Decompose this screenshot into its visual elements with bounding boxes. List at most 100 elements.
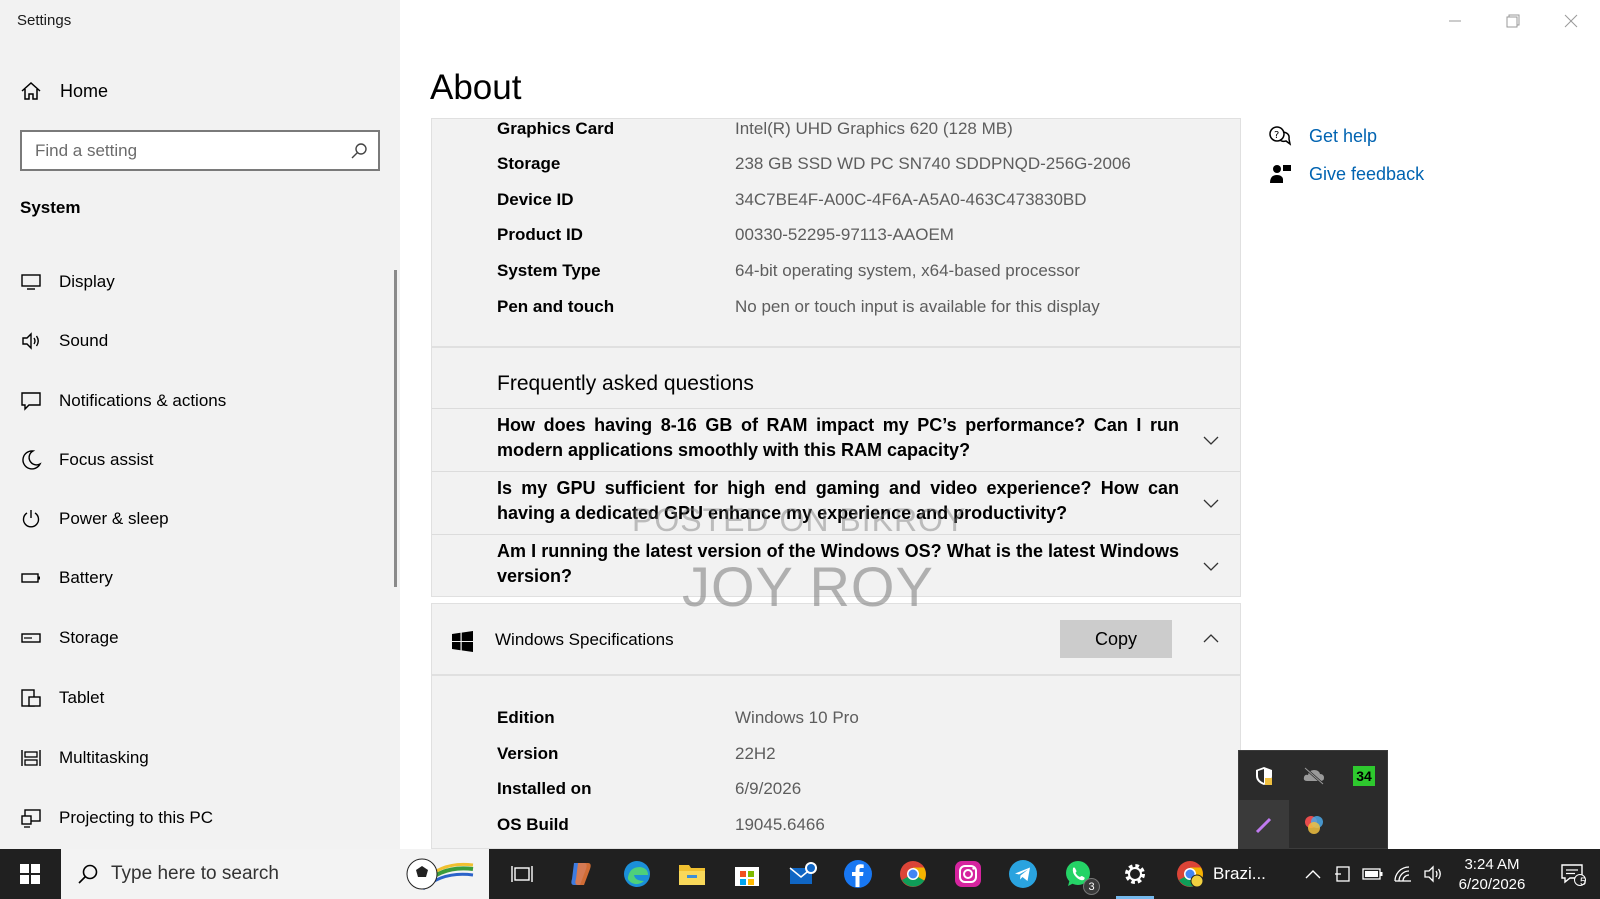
color-app-icon[interactable] — [1289, 800, 1339, 850]
give-feedback-label: Give feedback — [1309, 163, 1425, 184]
sidebar-item-battery[interactable]: Battery — [20, 563, 113, 593]
chevron-up-icon — [1305, 870, 1321, 879]
folder-icon — [679, 865, 705, 885]
restore-button[interactable] — [1484, 0, 1542, 42]
chevron-down-icon[interactable] — [1202, 557, 1220, 575]
pen-tool-icon[interactable] — [1239, 800, 1289, 850]
taskbar-app-microsoft-store[interactable] — [720, 849, 774, 899]
sidebar-item-power-sleep[interactable]: Power & sleep — [20, 504, 169, 534]
sidebar-item-display[interactable]: Display — [20, 267, 115, 297]
spec-row: Graphics Card Intel(R) UHD Graphics 620 … — [497, 117, 1013, 141]
spec-key: Graphics Card — [497, 119, 615, 138]
spec-key: Storage — [497, 154, 561, 173]
spec-row: Storage 238 GB SSD WD PC SN740 SDDPNQD-2… — [497, 152, 1131, 176]
multitasking-icon — [20, 747, 42, 769]
taskbar-app-file-explorer[interactable] — [665, 849, 719, 899]
sidebar-item-label: Power & sleep — [59, 509, 169, 528]
show-hidden-icons-button[interactable] — [1298, 849, 1328, 899]
spec-key: System Type — [497, 261, 601, 280]
moon-icon — [20, 449, 42, 471]
home-icon — [21, 81, 41, 100]
taskbar-app-chrome[interactable] — [886, 849, 940, 899]
chevron-up-icon[interactable] — [1202, 630, 1220, 648]
spec-value: 64-bit operating system, x64-based proce… — [735, 261, 1080, 280]
counter-badge-icon[interactable]: 34 — [1339, 751, 1389, 801]
sidebar-item-notifications[interactable]: Notifications & actions — [20, 386, 226, 416]
spec-value: No pen or touch input is available for t… — [735, 297, 1100, 316]
start-button[interactable] — [0, 849, 60, 899]
spec-value: Intel(R) UHD Graphics 620 (128 MB) — [735, 119, 1013, 138]
volume-icon[interactable] — [1418, 849, 1448, 899]
spec-key: Pen and touch — [497, 297, 615, 316]
sidebar-item-sound[interactable]: Sound — [20, 326, 108, 356]
chevron-down-icon[interactable] — [1202, 494, 1220, 512]
spec-value: 34C7BE4F-A00C-4F6A-A5A0-463C473830BD — [735, 190, 1087, 209]
cloud-offline-icon[interactable] — [1289, 751, 1339, 801]
storage-icon — [20, 627, 42, 649]
sidebar-scrollbar[interactable] — [394, 270, 397, 587]
app-title: Settings — [17, 12, 72, 29]
taskbar-app-mail[interactable] — [776, 849, 830, 899]
tablet-mode-icon[interactable] — [1328, 849, 1358, 899]
find-setting-search[interactable] — [20, 130, 380, 171]
taskbar-window-title: Brazi... — [1213, 864, 1266, 883]
sidebar-item-label: Multitasking — [59, 748, 149, 767]
sidebar-item-tablet[interactable]: Tablet — [20, 683, 104, 713]
sidebar-item-focus-assist[interactable]: Focus assist — [20, 445, 153, 475]
window-controls — [1426, 0, 1600, 42]
sidebar-item-storage[interactable]: Storage — [20, 623, 119, 653]
minimize-icon — [1449, 20, 1461, 22]
get-help-label: Get help — [1309, 125, 1378, 146]
restore-icon — [1506, 14, 1520, 28]
find-setting-input[interactable] — [22, 140, 350, 161]
taskbar-app-copilot[interactable] — [554, 849, 608, 899]
copy-button[interactable]: Copy — [1060, 620, 1172, 658]
wifi-icon[interactable] — [1388, 849, 1418, 899]
action-center-button[interactable]: 5 — [1546, 849, 1600, 899]
search-icon[interactable] — [350, 142, 368, 160]
sidebar-item-label: Sound — [59, 331, 109, 350]
taskbar-app-whatsapp[interactable]: 3 — [1051, 849, 1105, 899]
chevron-down-icon[interactable] — [1202, 431, 1220, 449]
microsoft-store-icon — [735, 867, 759, 886]
battery-icon[interactable] — [1358, 849, 1388, 899]
sidebar-item-label: Display — [59, 272, 115, 291]
sidebar-item-label: Notifications & actions — [59, 391, 227, 410]
spec-row: Device ID 34C7BE4F-A00C-4F6A-A5A0-463C47… — [497, 188, 1087, 212]
minimize-button[interactable] — [1426, 0, 1484, 42]
windows-specifications-title: Windows Specifications — [495, 630, 674, 649]
sidebar-item-multitasking[interactable]: Multitasking — [20, 743, 149, 773]
get-help-link[interactable]: ? Get help — [1268, 122, 1377, 150]
sidebar-item-projecting[interactable]: Projecting to this PC — [20, 803, 213, 833]
taskbar-app-settings[interactable] — [1108, 849, 1162, 899]
watermark-line-2: JOY ROY — [682, 555, 934, 618]
give-feedback-link[interactable]: Give feedback — [1268, 160, 1424, 188]
projecting-icon — [20, 807, 42, 829]
tablet-icon — [20, 687, 42, 709]
spec-value: 22H2 — [735, 744, 776, 763]
help-chat-icon: ? — [1269, 126, 1292, 146]
counter-badge-value: 34 — [1353, 766, 1375, 786]
spec-row: Pen and touch No pen or touch input is a… — [497, 295, 1100, 319]
taskbar-search-input[interactable] — [111, 863, 401, 885]
faq-item[interactable]: How does having 8-16 GB of RAM impact my… — [432, 408, 1240, 471]
spec-row: Edition Windows 10 Pro — [497, 706, 859, 730]
section-title: System — [20, 198, 81, 217]
close-icon — [1564, 14, 1578, 28]
faq-question: How does having 8-16 GB of RAM impact my… — [497, 415, 1179, 460]
task-view-button[interactable] — [495, 849, 549, 899]
taskbar-app-chrome-brazil[interactable]: Brazi... — [1175, 849, 1287, 899]
taskbar-app-edge[interactable] — [610, 849, 664, 899]
taskbar-app-telegram[interactable] — [996, 849, 1050, 899]
taskbar-app-instagram[interactable] — [941, 849, 995, 899]
gear-icon — [1125, 864, 1145, 884]
search-highlight-football-icon[interactable] — [403, 855, 475, 893]
task-view-icon — [511, 866, 533, 882]
sidebar-item-home[interactable]: Home — [20, 76, 108, 106]
taskbar-app-facebook[interactable] — [831, 849, 885, 899]
taskbar-search[interactable] — [61, 849, 489, 899]
copilot-icon — [571, 863, 591, 885]
security-shield-icon[interactable] — [1239, 751, 1289, 801]
close-button[interactable] — [1542, 0, 1600, 42]
clock[interactable]: 3:24 AM 6/20/2026 — [1446, 855, 1538, 895]
